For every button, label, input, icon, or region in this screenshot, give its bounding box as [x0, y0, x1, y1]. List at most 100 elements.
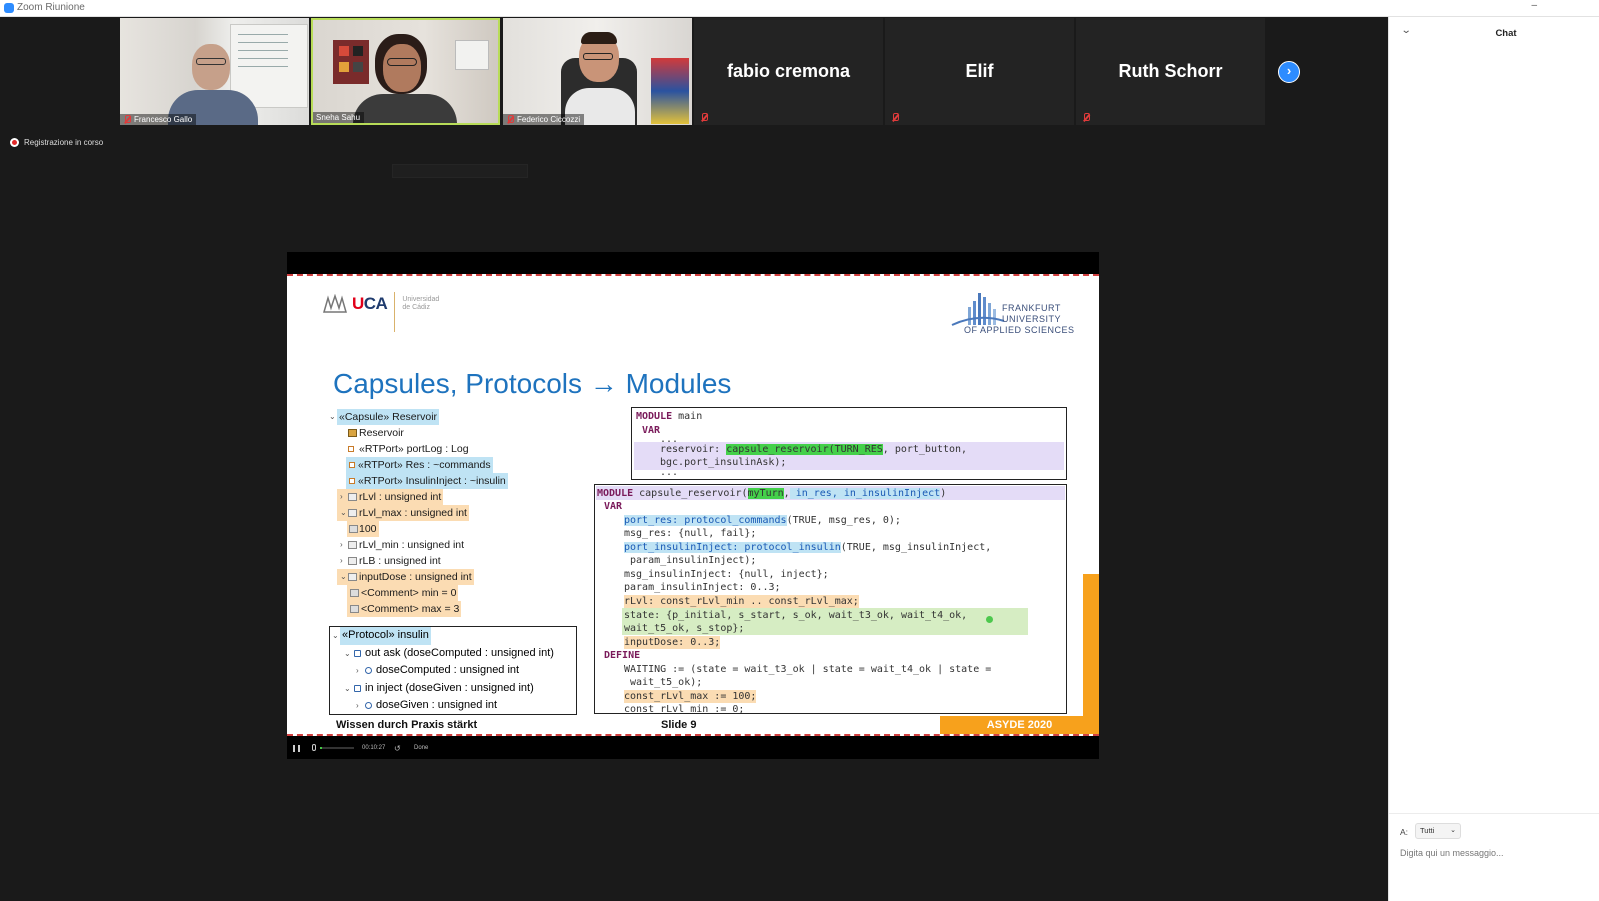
code-block-capsule-reservoir: MODULE capsule_reservoir(myTurn, in_res,… — [594, 484, 1067, 714]
mic-muted-icon — [123, 115, 131, 124]
tree-item: rLvl_max : unsigned int ⌄ — [327, 505, 579, 521]
chevron-right-icon: › — [340, 492, 343, 501]
chevron-down-icon: ⌄ — [332, 631, 339, 640]
recording-indicator: Registrazione in corso — [10, 138, 103, 147]
port-icon — [349, 478, 355, 484]
slide-footer-event: ASYDE 2020 — [940, 716, 1099, 734]
tree-item: «RTPort» portLog : Log — [327, 441, 579, 457]
participant-name-label: Sneha Sahu — [313, 112, 365, 123]
record-icon — [10, 138, 19, 147]
restart-icon[interactable]: ↺ — [394, 744, 401, 753]
chevron-right-icon: › — [356, 666, 359, 675]
video-feed — [120, 18, 309, 125]
tree-item: ⌄ «Capsule» Reservoir — [329, 409, 440, 425]
participant-tile[interactable]: Francesco Gallo — [120, 18, 309, 125]
slide-number: Slide 9 — [661, 719, 697, 731]
tree-item: <Comment> max = 3 — [327, 601, 579, 617]
chevron-down-icon: ⌄ — [344, 648, 351, 658]
divider — [1389, 813, 1599, 814]
chevron-right-icon: › — [340, 540, 343, 549]
parameter-icon — [365, 667, 372, 674]
share-toolbar-ghost — [392, 164, 528, 178]
microphone-icon[interactable] — [312, 744, 316, 751]
tree-item: › doseComputed : unsigned int — [330, 662, 576, 680]
in-event-icon — [354, 684, 361, 692]
model-explorer-tree: ⌄ «Capsule» Reservoir Reservoir «RTPort»… — [327, 409, 579, 617]
tree-item: ⌄ «Protocol» insulin — [330, 627, 576, 645]
tree-item: inputDose : unsigned int ⌄ — [327, 569, 579, 585]
next-page-arrow-icon[interactable]: › — [1278, 61, 1300, 83]
mic-muted-icon — [891, 113, 899, 122]
tree-item: <Comment> min = 0 — [327, 585, 579, 601]
uca-logo: UCA Universidad de Cádiz — [322, 292, 439, 332]
slide-footer-slogan: Wissen durch Praxis stärkt — [336, 719, 478, 731]
tree-item: rLvl : unsigned int › — [327, 489, 579, 505]
participant-tile[interactable]: fabio cremona — [694, 18, 883, 125]
recording-timer: 00:10:27 — [362, 745, 386, 751]
slide-accent-bar — [1083, 574, 1099, 734]
tree-item: «RTPort» Res : ~commands — [327, 457, 579, 473]
video-feed — [503, 18, 692, 125]
participant-tile[interactable]: Ruth Schorr — [1076, 18, 1265, 125]
tree-item: › rLvl_min : unsigned int — [340, 539, 465, 551]
tree-item: › rLB : unsigned int — [340, 555, 441, 567]
title-bar: Zoom Riunione – — [0, 0, 1599, 17]
chevron-down-icon: ⌄ — [329, 412, 336, 421]
chevron-down-icon: ⌄ — [340, 572, 347, 581]
tree-item: › doseGiven : unsigned int — [330, 697, 576, 715]
participant-name-label: Francesco Gallo — [120, 114, 197, 125]
code-block-main: MODULE main VAR ... reservoir: capsule_r… — [631, 407, 1067, 480]
chevron-down-icon: ⌄ — [344, 683, 351, 693]
video-feed — [313, 20, 498, 123]
value-icon — [349, 525, 358, 533]
comment-icon — [350, 589, 359, 597]
recipient-select[interactable]: Tutti ⌄ — [1415, 823, 1461, 839]
pause-icon[interactable] — [293, 745, 300, 752]
tree-item: Reservoir — [327, 425, 579, 441]
mic-muted-icon — [1082, 113, 1090, 122]
participant-name: Elif — [965, 61, 994, 81]
recording-controls: 00:10:27 ↺ Done — [287, 738, 1099, 759]
mic-muted-icon — [700, 113, 708, 122]
presentation-slide: UCA Universidad de Cádiz FRANKFURT UNIVE… — [287, 274, 1099, 736]
minimize-button[interactable]: – — [1531, 0, 1537, 11]
chevron-right-icon: › — [356, 701, 359, 710]
recipient-label: A: — [1400, 827, 1409, 837]
participant-name-label: Federico Ciccozzi — [503, 114, 585, 125]
comment-icon — [350, 605, 359, 613]
participant-tile[interactable]: Elif — [885, 18, 1074, 125]
screen-share-view: UCA Universidad de Cádiz FRANKFURT UNIVE… — [287, 252, 1099, 759]
participant-name: fabio cremona — [726, 61, 851, 81]
participant-tile-active-speaker[interactable]: Sneha Sahu — [311, 18, 500, 125]
protocol-tree-box: ⌄ «Protocol» insulin ⌄ out ask (doseComp… — [329, 626, 577, 715]
property-icon — [348, 509, 357, 517]
participant-name: Ruth Schorr — [1118, 61, 1223, 81]
chat-message-input[interactable] — [1400, 846, 1590, 860]
participant-tile[interactable]: Federico Ciccozzi — [503, 18, 692, 125]
property-icon — [348, 557, 357, 565]
tree-item: 100 — [327, 521, 579, 537]
out-event-icon — [354, 649, 361, 657]
property-icon — [348, 573, 357, 581]
frankfurt-uas-logo: FRANKFURT UNIVERSITY OF APPLIED SCIENCES — [950, 291, 1074, 341]
done-button[interactable]: Done — [414, 745, 428, 751]
chat-panel: ⌄ Chat A: Tutti ⌄ — [1388, 17, 1599, 901]
tree-item: «RTPort» InsulinInject : ~insulin — [327, 473, 579, 489]
zoom-app-icon — [4, 3, 14, 13]
window-title: Zoom Riunione — [17, 2, 85, 13]
property-icon — [348, 541, 357, 549]
tree-item: ⌄ in inject (doseGiven : unsigned int) — [330, 680, 576, 698]
chevron-down-icon: ⌄ — [1450, 827, 1456, 834]
class-icon — [348, 429, 357, 437]
port-icon — [349, 462, 355, 468]
port-icon — [348, 446, 354, 452]
mic-muted-icon — [506, 115, 514, 124]
meeting-area: Francesco Gallo Sneha Sahu Federico Cicc… — [0, 17, 1388, 901]
chat-title: Chat — [1495, 28, 1517, 39]
parameter-icon — [365, 702, 372, 709]
property-icon — [348, 493, 357, 501]
chevron-right-icon: › — [340, 556, 343, 565]
chevron-down-icon: ⌄ — [340, 508, 347, 517]
audio-level-meter — [320, 747, 354, 749]
uca-crest-icon — [323, 294, 347, 313]
